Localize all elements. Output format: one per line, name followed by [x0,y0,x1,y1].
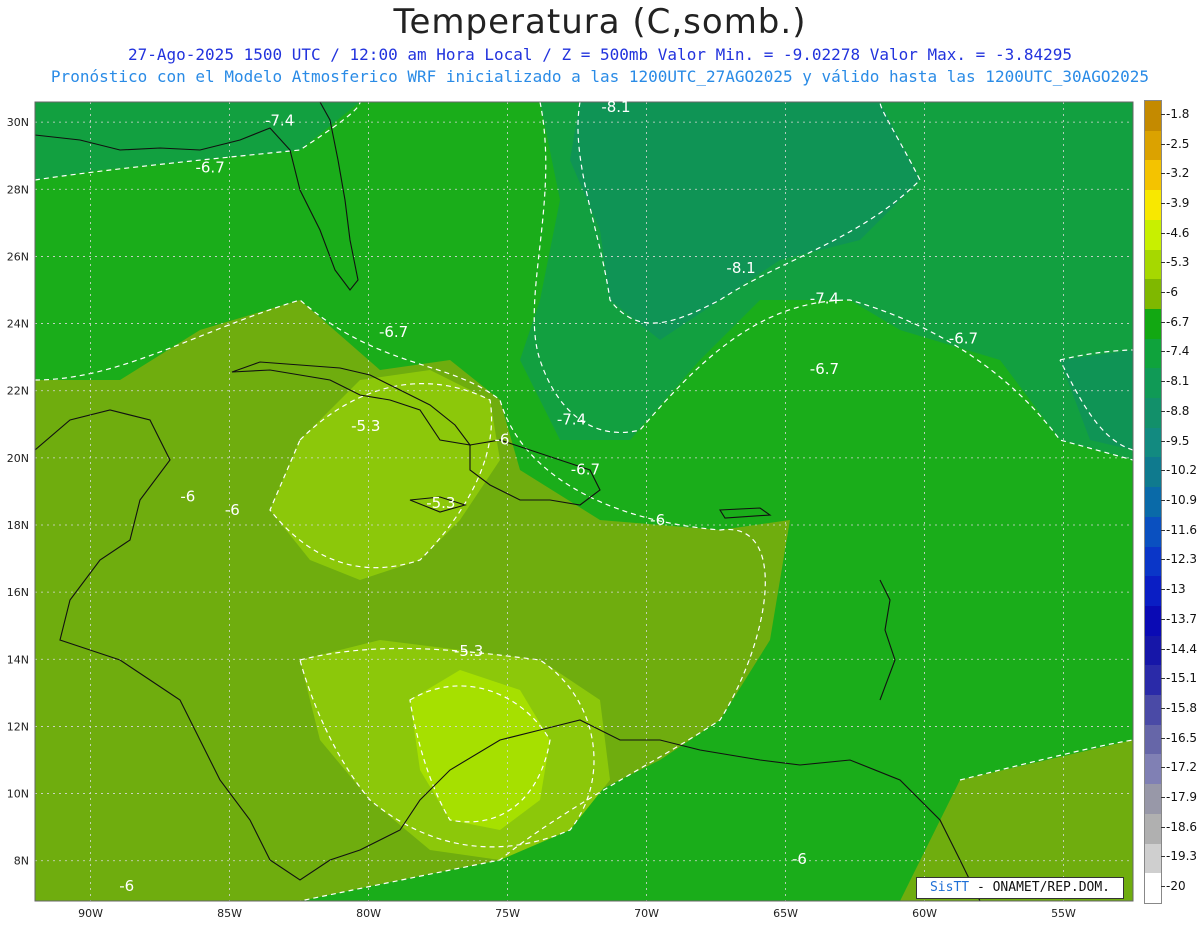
credit-text: - ONAMET/REP.DOM. [976,880,1111,895]
colorbar-label: -11.6 [1160,522,1198,537]
colorbar-segment [1145,130,1161,161]
colorbar-label: -19.3 [1160,849,1198,864]
colorbar-segment [1145,487,1161,518]
colorbar-segment [1145,605,1161,636]
colorbar-label: -5.3 [1160,255,1190,270]
colorbar-segment [1145,784,1161,815]
contour-label: -8.1 [601,98,630,116]
colorbar-label: -4.6 [1160,225,1190,240]
lat-tick-label: 16N [7,586,29,599]
colorbar-label: -15.8 [1160,700,1198,715]
colorbar-label: -9.5 [1160,433,1190,448]
colorbar-segment [1145,873,1161,904]
contour-label: -7.4 [265,112,294,130]
lon-tick-label: 60W [912,907,937,920]
colorbar-segment [1145,576,1161,607]
contour-label: -5.3 [454,642,483,660]
lon-tick-label: 90W [78,907,103,920]
lat-tick-label: 14N [7,653,29,666]
colorbar-label: -8.8 [1160,403,1190,418]
colorbar-label: -3.9 [1160,195,1190,210]
lat-tick-label: 24N [7,318,29,331]
colorbar-segment [1145,516,1161,547]
colorbar-label: -7.4 [1160,344,1190,359]
lon-tick-label: 55W [1051,907,1076,920]
contour-label: -5.3 [351,417,380,435]
lat-tick-label: 30N [7,116,29,129]
colorbar-label: -10.2 [1160,463,1198,478]
colorbar-label: -10.9 [1160,493,1198,507]
contour-label: -7.4 [810,289,839,307]
colorbar-label: -15.1 [1160,671,1198,686]
contour-label: -6.7 [810,360,839,378]
lat-tick-label: 10N [7,788,29,801]
credit-brand: SisTT [929,880,970,895]
lon-tick-label: 65W [773,907,798,920]
lat-tick-label: 18N [7,519,29,532]
lat-tick-label: 22N [7,385,29,398]
contour-label: -5.3 [426,494,455,512]
colorbar-segment [1145,190,1161,221]
contour-label: -7.4 [557,410,586,428]
contour-label: -8.1 [726,259,755,277]
contour-label: -6 [119,877,134,895]
lat-tick-label: 20N [7,452,29,465]
colorbar-label: -6.7 [1160,314,1190,329]
colorbar-label: -18.6 [1160,819,1198,834]
weather-map: 30N 28N 26N 24N 22N 20N 18N 16N 14N 12N 10N 8N 90W 85… [7,98,1134,920]
colorbar-segment [1145,665,1161,696]
lat-tick-label: 8N [14,855,29,868]
lat-tick-label: 26N [7,250,29,263]
contour-label: -6.7 [379,323,408,341]
colorbar-label: -14.4 [1160,641,1198,656]
colorbar-segment [1145,160,1161,191]
colorbar-segment [1145,249,1161,280]
colorbar-segment [1145,101,1161,131]
lat-tick-label: 28N [7,183,29,196]
contour-label: -6 [180,488,195,506]
lon-tick-label: 75W [495,907,520,920]
colorbar-label: -17.9 [1160,790,1198,805]
lon-tick-label: 80W [356,907,381,920]
colorbar-segment [1145,843,1161,874]
colorbar-label: -13.7 [1160,611,1198,626]
contour-label: -6 [792,850,807,868]
colorbar-label: -16.5 [1160,730,1198,745]
colorbar-label: -2.5 [1160,136,1190,151]
colorbar-segment [1145,635,1161,666]
contour-label: -6.7 [571,461,600,479]
colorbar-label: -1.8 [1160,106,1190,121]
contour-label: -6 [650,511,665,529]
contour-label: -6 [495,430,510,448]
contour-label: -6.7 [949,330,978,348]
colorbar [1144,100,1162,904]
colorbar-label: -13 [1161,582,1186,597]
colorbar-segment [1145,813,1161,844]
lat-tick-label: 12N [7,720,29,733]
colorbar-segment [1145,368,1161,399]
colorbar-segment [1145,279,1161,310]
colorbar-segment [1145,754,1161,785]
colorbar-label: -3.2 [1160,166,1190,181]
colorbar-label: -8.1 [1160,374,1190,389]
colorbar-segment [1145,427,1161,458]
lon-tick-label: 70W [634,907,659,920]
colorbar-segment [1145,219,1161,250]
colorbar-segment [1145,695,1161,726]
colorbar-segment [1145,338,1161,369]
contour-label: -6 [225,501,240,519]
colorbar-segment [1145,546,1161,577]
colorbar-label: -12.3 [1160,552,1198,567]
credit-box: SisTT - ONAMET/REP.DOM. [916,877,1124,899]
colorbar-segment [1145,457,1161,488]
lon-tick-label: 85W [217,907,242,920]
colorbar-segment [1145,308,1161,339]
colorbar-segment [1145,398,1161,429]
colorbar-label: -6 [1161,285,1178,300]
colorbar-label: -17.2 [1160,760,1198,775]
contour-label: -6.7 [195,159,224,177]
colorbar-label: -20 [1161,879,1186,894]
colorbar-segment [1145,724,1161,755]
